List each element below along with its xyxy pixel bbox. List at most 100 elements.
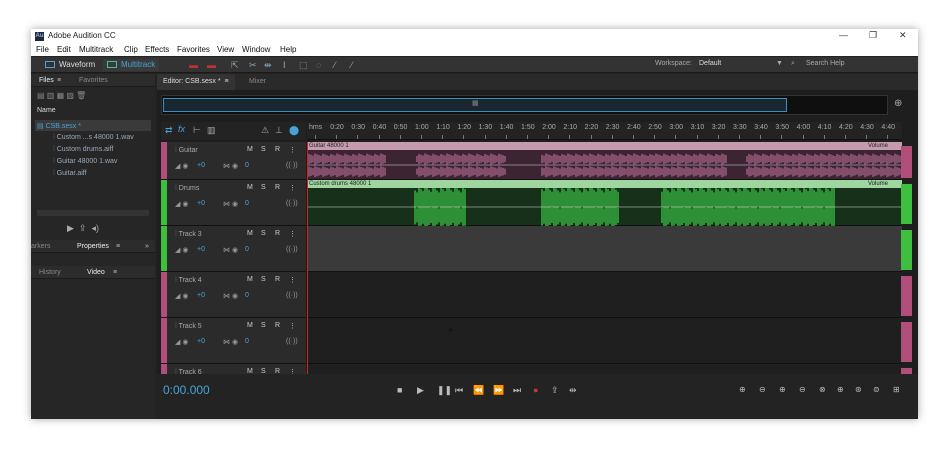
menu-window[interactable]: Window bbox=[242, 45, 270, 54]
fast-forward-icon[interactable]: ⏩ bbox=[493, 385, 504, 396]
track-header[interactable]: ⫶ Guitar M S R ⋮ ◢ ◉ +0 ⋈ ◉ 0 ((·)) bbox=[161, 142, 306, 180]
file-item[interactable]: ⫶ Guitar 48000 1.wav bbox=[53, 158, 117, 166]
record-arm-button[interactable]: R bbox=[275, 230, 280, 237]
pan-knob-icon[interactable]: ⋈ ◉ bbox=[223, 200, 238, 208]
panel-menu-icon[interactable]: ≡ bbox=[116, 243, 120, 250]
solo-button[interactable]: S bbox=[261, 230, 266, 237]
waveform-button[interactable]: Waveform bbox=[45, 59, 95, 71]
track-lane[interactable] bbox=[307, 318, 902, 364]
marquee-icon[interactable]: ⬚ bbox=[299, 60, 308, 71]
file-item[interactable]: ⫶ Custom ...s 48000 1.wav bbox=[53, 134, 134, 142]
zoom-all-icon[interactable]: ⊞ bbox=[893, 385, 900, 394]
pan-knob-icon[interactable]: ⋈ ◉ bbox=[223, 246, 238, 254]
workspace-select[interactable]: Default bbox=[699, 60, 721, 67]
mute-button[interactable]: M bbox=[247, 146, 253, 153]
pan-knob-icon[interactable]: ⋈ ◉ bbox=[223, 292, 238, 300]
track-name[interactable]: ⫶ Drums bbox=[175, 185, 199, 193]
tab-files[interactable]: Files bbox=[39, 77, 54, 84]
loop-icon[interactable]: ⇪ bbox=[551, 385, 559, 396]
track-menu-icon[interactable]: ⋮ bbox=[289, 322, 296, 330]
files-transport-icons[interactable]: ▶ ⇪ ◂) bbox=[67, 223, 99, 234]
name-column-header[interactable]: Name bbox=[37, 107, 56, 114]
zoom-in-amplitude-icon[interactable]: ⊕ bbox=[739, 385, 746, 394]
track-lane[interactable]: Custom drums 48000 1 Volume bbox=[307, 180, 902, 226]
menu-effects[interactable]: Effects bbox=[145, 45, 169, 54]
pan-value[interactable]: 0 bbox=[245, 338, 249, 345]
track-menu-icon[interactable]: ⋮ bbox=[289, 184, 296, 192]
track-header[interactable]: ⫶ Drums M S R ⋮ ◢ ◉ +0 ⋈ ◉ 0 ((·)) bbox=[161, 180, 306, 226]
zoom-tracks-icon[interactable]: ⊜ bbox=[873, 385, 880, 394]
time-select-icon[interactable]: I bbox=[283, 60, 286, 70]
file-item[interactable]: ⫶ Custom drums.aiff bbox=[53, 146, 113, 154]
monitor-icon[interactable]: ((·)) bbox=[286, 338, 298, 345]
record-arm-button[interactable]: R bbox=[275, 276, 280, 283]
razor-tool-icon[interactable]: ✂ bbox=[249, 60, 257, 71]
solo-button[interactable]: S bbox=[261, 276, 266, 283]
slip-tool-icon[interactable]: ⇹ bbox=[264, 60, 272, 71]
solo-button[interactable]: S bbox=[261, 184, 266, 191]
file-item[interactable]: ▤ CSB.sesx * bbox=[37, 122, 81, 130]
track-menu-icon[interactable]: ⋮ bbox=[289, 276, 296, 284]
tab-favorites[interactable]: Favorites bbox=[79, 77, 108, 84]
volume-value[interactable]: +0 bbox=[197, 162, 205, 169]
track-name[interactable]: ⫶ Track 4 bbox=[175, 277, 202, 285]
go-to-start-icon[interactable]: ⏮ bbox=[455, 385, 463, 396]
panel-menu-icon[interactable]: ≡ bbox=[57, 77, 61, 84]
skip-selection-icon[interactable]: ⇹ bbox=[569, 385, 577, 396]
monitor-icon[interactable]: ((·)) bbox=[286, 162, 298, 169]
audio-clip[interactable]: Guitar 48000 1 Volume bbox=[307, 142, 902, 179]
menu-clip[interactable]: Clip bbox=[124, 45, 138, 54]
close-icon[interactable]: ✕ bbox=[899, 30, 907, 41]
zoom-in-time-icon[interactable]: ⊕ bbox=[779, 385, 786, 394]
menu-help[interactable]: Help bbox=[280, 45, 296, 54]
volume-knob-icon[interactable]: ◢ ◉ bbox=[175, 246, 188, 254]
tab-mixer[interactable]: Mixer bbox=[243, 74, 272, 90]
tab-video[interactable]: Video bbox=[87, 269, 105, 276]
zoom-in-point-icon[interactable]: ⊕ bbox=[837, 385, 844, 394]
lasso-icon[interactable]: ◌ bbox=[316, 60, 321, 70]
zoom-navigator-icon[interactable]: ⊕ bbox=[894, 98, 902, 109]
brush-icon[interactable]: ⁄ bbox=[334, 60, 336, 70]
fx-icon[interactable]: fx bbox=[178, 124, 185, 134]
audio-clip[interactable]: Custom drums 48000 1 Volume bbox=[307, 180, 902, 226]
record-arm-button[interactable]: R bbox=[275, 322, 280, 329]
menu-file[interactable]: File bbox=[36, 45, 49, 54]
menu-multitrack[interactable]: Multitrack bbox=[79, 45, 113, 54]
track-lane[interactable] bbox=[307, 226, 902, 272]
files-toolbar-icons[interactable]: ▤ ▥ ▦ ▧ 🗑 bbox=[37, 91, 86, 100]
play-icon[interactable]: ▶ bbox=[417, 385, 424, 396]
pan-value[interactable]: 0 bbox=[245, 162, 249, 169]
panel-menu-icon[interactable]: ≡ bbox=[113, 269, 117, 276]
timeline-ruler[interactable]: hms 0:20 0:30 0:40 0:50 1:00 1:10 1:20 1:30 1:40 1… bbox=[307, 122, 902, 140]
track-lane[interactable] bbox=[307, 272, 902, 318]
track-menu-icon[interactable]: ⋮ bbox=[289, 146, 296, 154]
volume-knob-icon[interactable]: ◢ ◉ bbox=[175, 200, 188, 208]
io-icon[interactable]: ⇄ bbox=[165, 125, 173, 136]
track-name[interactable]: ⫶ Track 5 bbox=[175, 323, 202, 331]
volume-value[interactable]: +0 bbox=[197, 292, 205, 299]
stop-icon[interactable]: ■ bbox=[397, 385, 402, 395]
pan-value[interactable]: 0 bbox=[245, 246, 249, 253]
monitor-icon[interactable]: ((·)) bbox=[286, 200, 298, 207]
record-arm-button[interactable]: R bbox=[275, 184, 280, 191]
session-overview[interactable]: ▦ bbox=[161, 95, 888, 115]
solo-button[interactable]: S bbox=[261, 146, 266, 153]
expand-panels-icon[interactable]: » bbox=[145, 243, 149, 250]
zoom-out-time-icon[interactable]: ⊖ bbox=[799, 385, 806, 394]
snap-icon[interactable]: ⊥ bbox=[275, 125, 283, 136]
record-icon[interactable]: ● bbox=[533, 385, 538, 395]
track-header[interactable]: ⫶ Track 5 M S R ⋮ ◢ ◉ +0 ⋈ ◉ 0 ((·)) bbox=[161, 318, 306, 364]
monitor-icon[interactable]: ((·)) bbox=[286, 246, 298, 253]
playhead[interactable] bbox=[307, 142, 308, 398]
solo-button[interactable]: S bbox=[261, 322, 266, 329]
pan-value[interactable]: 0 bbox=[245, 200, 249, 207]
track-name[interactable]: ⫶ Track 3 bbox=[175, 231, 202, 239]
monitor-icon[interactable]: ((·)) bbox=[286, 292, 298, 299]
pan-value[interactable]: 0 bbox=[245, 292, 249, 299]
search-help-input[interactable]: Search Help bbox=[806, 60, 845, 67]
restore-icon[interactable]: ❐ bbox=[869, 30, 877, 41]
mute-button[interactable]: M bbox=[247, 276, 253, 283]
pan-knob-icon[interactable]: ⋈ ◉ bbox=[223, 338, 238, 346]
file-item[interactable]: ⫶ Guitar.aiff bbox=[53, 170, 87, 178]
menu-view[interactable]: View bbox=[217, 45, 234, 54]
